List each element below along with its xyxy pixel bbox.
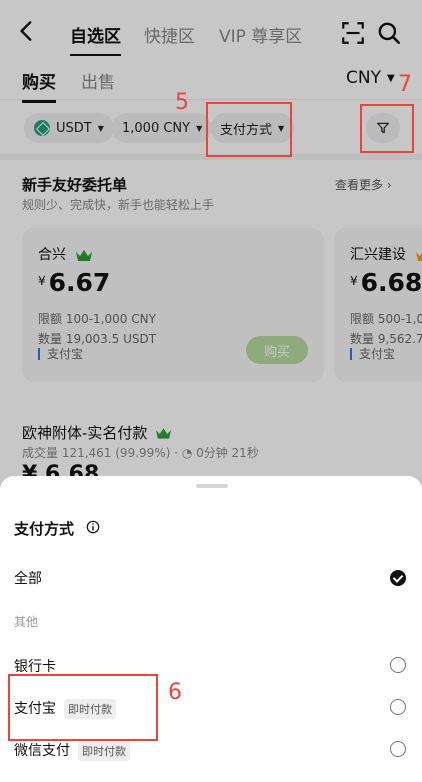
group-label-other: 其他: [14, 615, 39, 629]
annotation-box-alipay: [8, 674, 158, 741]
annotation-box-payment: [206, 102, 292, 157]
info-icon[interactable]: [86, 520, 100, 534]
option-wechat-pay-radio[interactable]: [390, 741, 406, 757]
sheet-title: 支付方式: [14, 520, 75, 538]
option-alipay-radio[interactable]: [390, 699, 406, 715]
option-label: 微信支付: [14, 743, 70, 759]
annotation-box-filter: [360, 104, 414, 153]
option-all-radio[interactable]: [390, 570, 406, 586]
option-label: 银行卡: [14, 659, 56, 675]
payment-method-sheet: 支付方式 全部 其他 银行卡 支付宝 即时付款 微信支付 即时付款 6: [0, 476, 422, 782]
annotation-number: 6: [168, 680, 182, 705]
annotation-number: 7: [398, 72, 412, 97]
sheet-drag-handle[interactable]: [196, 484, 228, 488]
instant-pay-tag: 即时付款: [78, 741, 130, 761]
p2p-page: 自选区 快捷区 VIP 尊享区 购买 出售 CNY ▼ USDT ▼ 1,000 …: [0, 0, 422, 782]
annotation-number: 5: [175, 90, 189, 115]
option-bank-card-radio[interactable]: [390, 657, 406, 673]
option-wechat-pay[interactable]: 微信支付 即时付款: [14, 740, 130, 761]
option-bank-card[interactable]: 银行卡: [14, 656, 56, 676]
option-all[interactable]: 全部: [14, 568, 42, 588]
